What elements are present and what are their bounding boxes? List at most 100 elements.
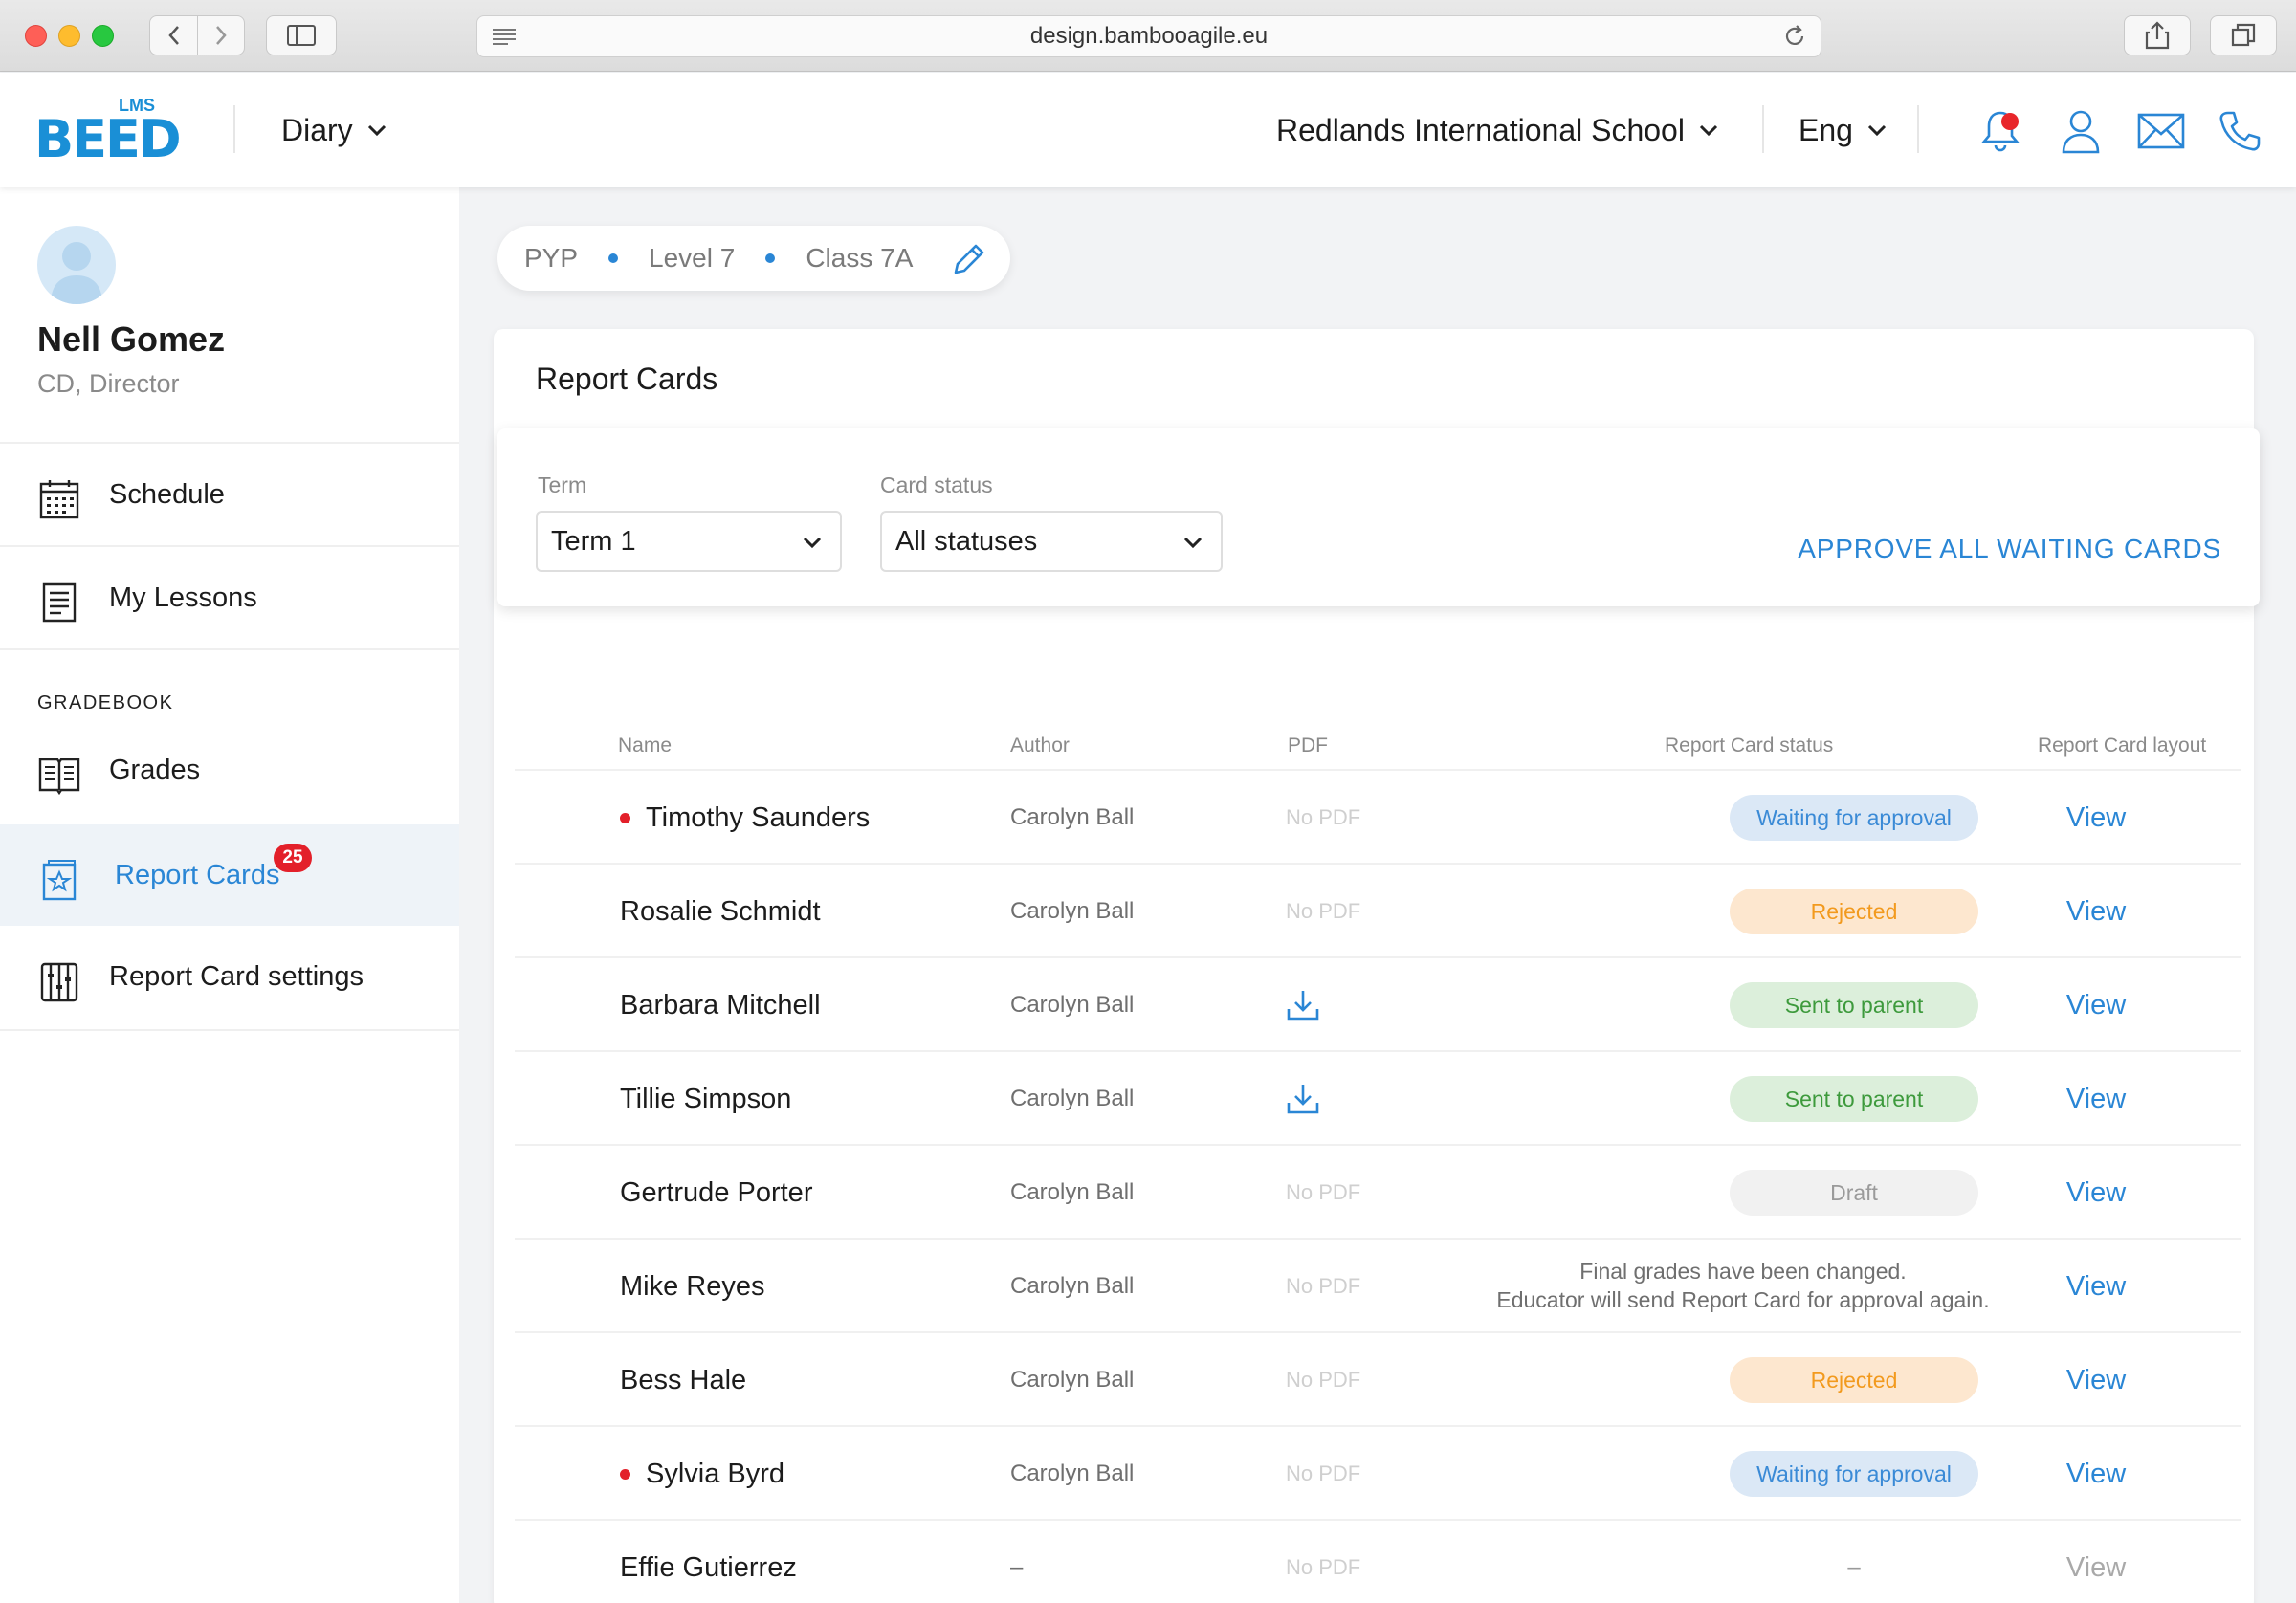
module-dropdown[interactable]: Diary: [281, 109, 387, 151]
address-bar[interactable]: design.bambooagile.eu: [476, 15, 1821, 57]
language-dropdown[interactable]: Eng: [1799, 109, 1888, 151]
download-icon[interactable]: [1286, 988, 1320, 1022]
breadcrumb-class[interactable]: Class 7A: [806, 243, 913, 274]
view-link[interactable]: View: [2043, 1333, 2149, 1427]
chevron-down-icon: [803, 537, 822, 549]
sidebar-item-my-lessons[interactable]: My Lessons: [0, 547, 459, 648]
class-breadcrumb: PYP Level 7 Class 7A: [497, 226, 1010, 291]
term-select[interactable]: Term 1: [536, 511, 842, 572]
view-link[interactable]: View: [2043, 771, 2149, 865]
sidebar-item-grades[interactable]: Grades: [0, 719, 459, 821]
table-row: Mike Reyes Carolyn Ball No PDF Final gra…: [515, 1238, 2241, 1331]
header-divider: [233, 105, 235, 153]
author-name: Carolyn Ball: [1010, 898, 1135, 924]
view-link[interactable]: View: [2043, 958, 2149, 1052]
table-row: Bess Hale Carolyn Ball No PDF Rejected V…: [515, 1331, 2241, 1425]
sidebar-item-label: Schedule: [109, 478, 225, 510]
student-name: Tillie Simpson: [620, 1083, 792, 1114]
view-link[interactable]: View: [2043, 1240, 2149, 1333]
breadcrumb-separator: [608, 253, 619, 263]
notifications-button[interactable]: [1976, 107, 2024, 155]
table-row: Timothy Saunders Carolyn Ball No PDF Wai…: [515, 769, 2241, 863]
pencil-icon[interactable]: [951, 241, 987, 277]
status-cell: –: [1376, 1521, 2296, 1603]
view-link[interactable]: View: [2043, 1146, 2149, 1240]
status-empty: –: [1847, 1554, 1861, 1580]
sidebar-toggle-button[interactable]: [266, 15, 337, 55]
maximize-window-button[interactable]: [92, 25, 114, 47]
status-cell: Waiting for approval: [1376, 771, 2296, 865]
school-dropdown[interactable]: Redlands International School: [1276, 109, 1719, 151]
breadcrumb-program[interactable]: PYP: [524, 243, 578, 274]
author-name: Carolyn Ball: [1010, 1273, 1135, 1299]
calendar-icon: [39, 480, 79, 519]
author-name: –: [1010, 1554, 1024, 1580]
messages-button[interactable]: [2137, 107, 2185, 155]
status-cell: Sent to parent: [1376, 958, 2296, 1052]
url-text: design.bambooagile.eu: [1029, 23, 1269, 49]
table-row: Barbara Mitchell Carolyn Ball Sent to pa…: [515, 956, 2241, 1050]
call-button[interactable]: [2216, 107, 2263, 155]
share-button[interactable]: [2124, 15, 2191, 55]
reader-icon[interactable]: [491, 26, 518, 47]
school-dropdown-label: Redlands International School: [1276, 112, 1685, 147]
no-pdf-text: No PDF: [1286, 1180, 1361, 1204]
view-link[interactable]: View: [2043, 1521, 2149, 1603]
sidebar-item-schedule[interactable]: Schedule: [0, 444, 459, 545]
breadcrumb-level[interactable]: Level 7: [649, 243, 735, 274]
author-name: Carolyn Ball: [1010, 1460, 1135, 1486]
view-link[interactable]: View: [2043, 1052, 2149, 1146]
status-cell: Sent to parent: [1376, 1052, 2296, 1146]
unread-dot: [620, 1468, 630, 1480]
phone-icon: [2219, 111, 2261, 151]
tabs-overview-button[interactable]: [2210, 15, 2277, 55]
student-name: Mike Reyes: [620, 1270, 765, 1302]
no-pdf-text: No PDF: [1286, 805, 1361, 829]
settings-sliders-icon: [40, 962, 78, 1002]
user-name: Nell Gomez: [37, 319, 226, 359]
column-header-status[interactable]: Report Card status: [1665, 735, 1833, 758]
view-link[interactable]: View: [2043, 1427, 2149, 1521]
author-name: Carolyn Ball: [1010, 1086, 1135, 1111]
close-window-button[interactable]: [25, 25, 47, 47]
table-row: Effie Gutierrez – No PDF – View: [515, 1519, 2241, 1603]
minimize-window-button[interactable]: [58, 25, 80, 47]
user-silhouette-icon: [51, 242, 102, 304]
student-name: Barbara Mitchell: [620, 989, 821, 1021]
history-nav: [149, 15, 245, 55]
pdf-download-cell: [1286, 958, 1320, 1052]
status-badge: Draft: [1730, 1170, 1978, 1216]
table-row: Sylvia Byrd Carolyn Ball No PDF Waiting …: [515, 1425, 2241, 1519]
status-badge: Rejected: [1730, 889, 1978, 934]
status-badge: Rejected: [1730, 1357, 1978, 1403]
card-status-select-value: All statuses: [895, 525, 1038, 557]
status-cell: Waiting for approval: [1376, 1427, 2296, 1521]
status-badge: Sent to parent: [1730, 1076, 1978, 1122]
avatar[interactable]: [37, 226, 116, 304]
app-logo[interactable]: LMS BEED: [34, 96, 188, 169]
sidebar-item-report-card-settings[interactable]: Report Card settings: [0, 926, 459, 1027]
reload-icon[interactable]: [1782, 24, 1807, 49]
term-label: Term: [538, 472, 587, 497]
status-cell: Draft: [1376, 1146, 2296, 1240]
student-name: Rosalie Schmidt: [620, 895, 821, 927]
download-icon[interactable]: [1286, 1082, 1320, 1116]
column-header-name[interactable]: Name: [618, 735, 672, 758]
report-card-icon: [42, 860, 77, 901]
approve-all-button[interactable]: APPROVE ALL WAITING CARDS: [1798, 534, 2221, 564]
back-button[interactable]: [150, 16, 197, 55]
view-link[interactable]: View: [2043, 865, 2149, 958]
sidebar-item-label: My Lessons: [109, 582, 257, 613]
author-name: Carolyn Ball: [1010, 1179, 1135, 1205]
forward-button[interactable]: [197, 16, 244, 55]
sidebar-item-report-cards[interactable]: Report Cards 25: [0, 824, 459, 926]
mail-icon: [2137, 113, 2185, 149]
profile-button[interactable]: [2057, 107, 2105, 155]
card-status-select[interactable]: All statuses: [880, 511, 1223, 572]
no-pdf-text: No PDF: [1286, 1555, 1361, 1579]
lessons-icon: [42, 582, 77, 623]
tabs-icon: [2231, 23, 2256, 47]
sidebar-item-label: Grades: [109, 754, 201, 785]
student-name: Timothy Saunders: [646, 802, 871, 833]
column-header-author[interactable]: Author: [1010, 735, 1070, 758]
